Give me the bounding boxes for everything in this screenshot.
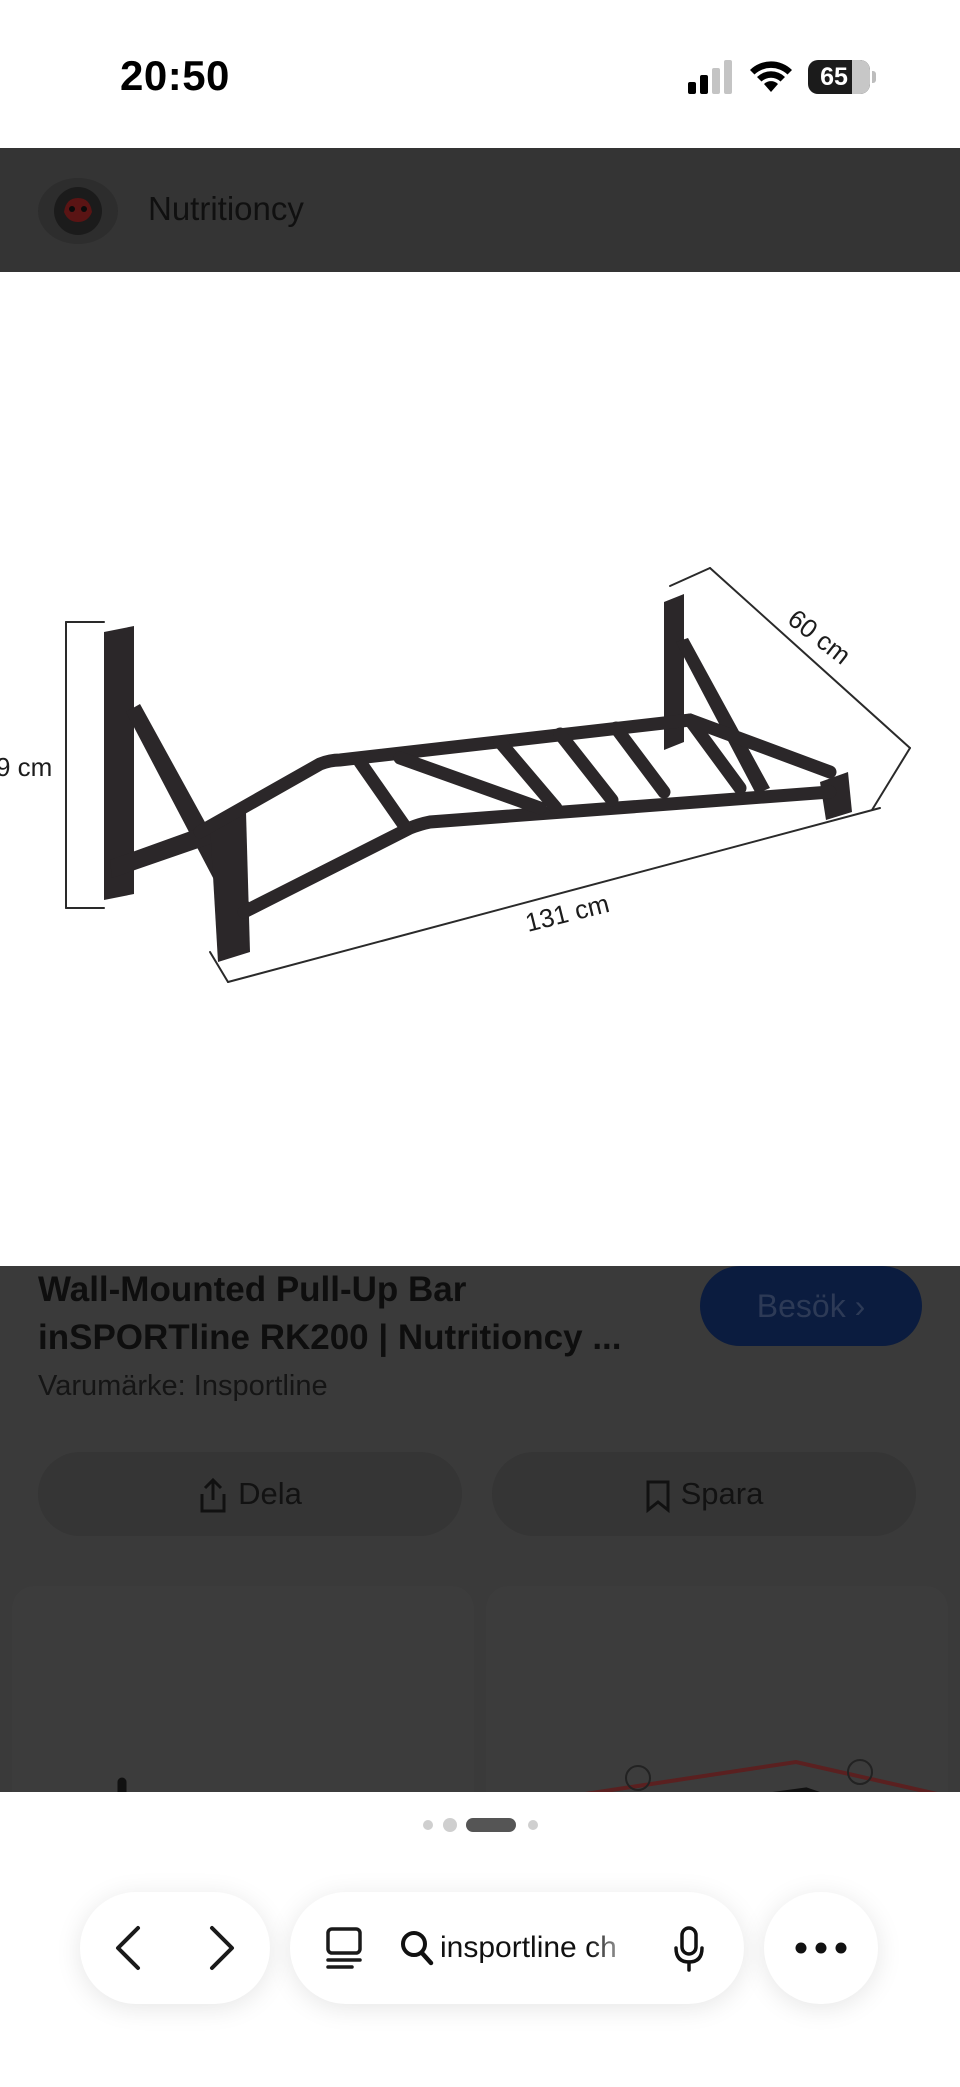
share-icon [200,1477,226,1513]
status-bar: 20:50 65 [0,0,960,148]
product-info-panel: Wall-Mounted Pull-Up Bar inSPORTline RK2… [0,1266,960,1792]
chevron-right-icon: › [854,1288,866,1324]
back-icon[interactable] [102,1920,158,1976]
status-time: 20:50 [120,52,230,99]
more-icon [795,1942,847,1954]
pull-up-bar-drawing: 9 cm 60 cm 131 cm [0,567,911,983]
bookmark-icon [646,1480,670,1513]
cellular-signal-icon [688,60,732,94]
site-name: Nutritioncy [148,190,304,227]
wifi-icon [750,61,792,92]
visit-button[interactable]: Besök › [700,1266,922,1346]
save-label: Spara [680,1476,764,1511]
width-dimension-label: 131 cm [522,888,612,938]
visit-label: Besök [756,1288,846,1324]
depth-dimension-label: 60 cm [782,603,856,670]
forward-icon[interactable] [192,1920,248,1976]
navigation-controls [80,1892,270,2004]
battery-icon: 65 [808,60,876,96]
height-dimension-label: 9 cm [0,752,52,782]
product-image[interactable]: 9 cm 60 cm 131 cm [0,272,960,1266]
search-icon [401,1931,434,1966]
related-image-thumbnail[interactable] [486,1586,948,1792]
mic-icon[interactable] [672,1926,706,1972]
battery-level: 65 [820,63,848,91]
address-search-bar[interactable]: insportline ch [290,1892,744,2004]
share-label: Dela [238,1476,302,1511]
product-title[interactable]: Wall-Mounted Pull-Up Bar inSPORTline RK2… [38,1266,678,1362]
nutritioncy-logo-icon [38,178,118,244]
tabs-icon[interactable] [324,1926,364,1970]
share-button[interactable]: Dela [38,1452,462,1536]
browser-toolbar: insportline ch [0,1792,960,2087]
site-header[interactable]: Nutritioncy [0,148,960,272]
related-image-thumbnail[interactable] [12,1586,474,1792]
more-button[interactable] [764,1892,878,2004]
save-button[interactable]: Spara [492,1452,916,1536]
brand-label: Varumärke: Insportline [38,1370,328,1402]
carousel-page-indicator [423,1818,538,1832]
